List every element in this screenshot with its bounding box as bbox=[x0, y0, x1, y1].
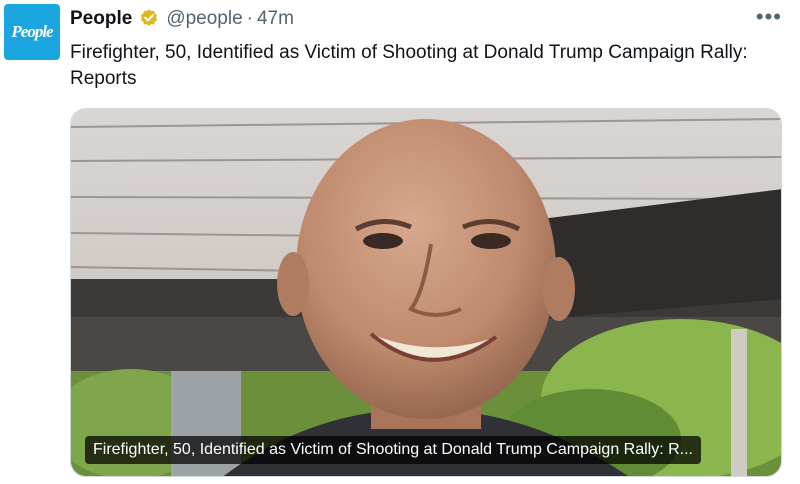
verified-badge-icon bbox=[141, 9, 158, 26]
more-horizontal-icon[interactable]: ••• bbox=[756, 6, 782, 28]
avatar[interactable]: People bbox=[4, 4, 60, 60]
account-handle[interactable]: @people bbox=[166, 8, 242, 30]
tweet-text: Firefighter, 50, Identified as Victim of… bbox=[70, 42, 748, 89]
link-card-image[interactable]: Firefighter, 50, Identified as Victim of… bbox=[70, 108, 782, 477]
tweet-header: People @people · 47m bbox=[70, 6, 294, 32]
card-title[interactable]: Firefighter, 50, Identified as Victim of… bbox=[85, 436, 701, 464]
photo-illustration bbox=[71, 109, 781, 476]
tweet-time[interactable]: 47m bbox=[257, 8, 294, 30]
avatar-logo-text: People bbox=[11, 22, 53, 41]
account-name[interactable]: People bbox=[70, 8, 132, 30]
tweet-meta: @people · 47m bbox=[166, 8, 294, 30]
meta-separator: · bbox=[246, 8, 253, 29]
